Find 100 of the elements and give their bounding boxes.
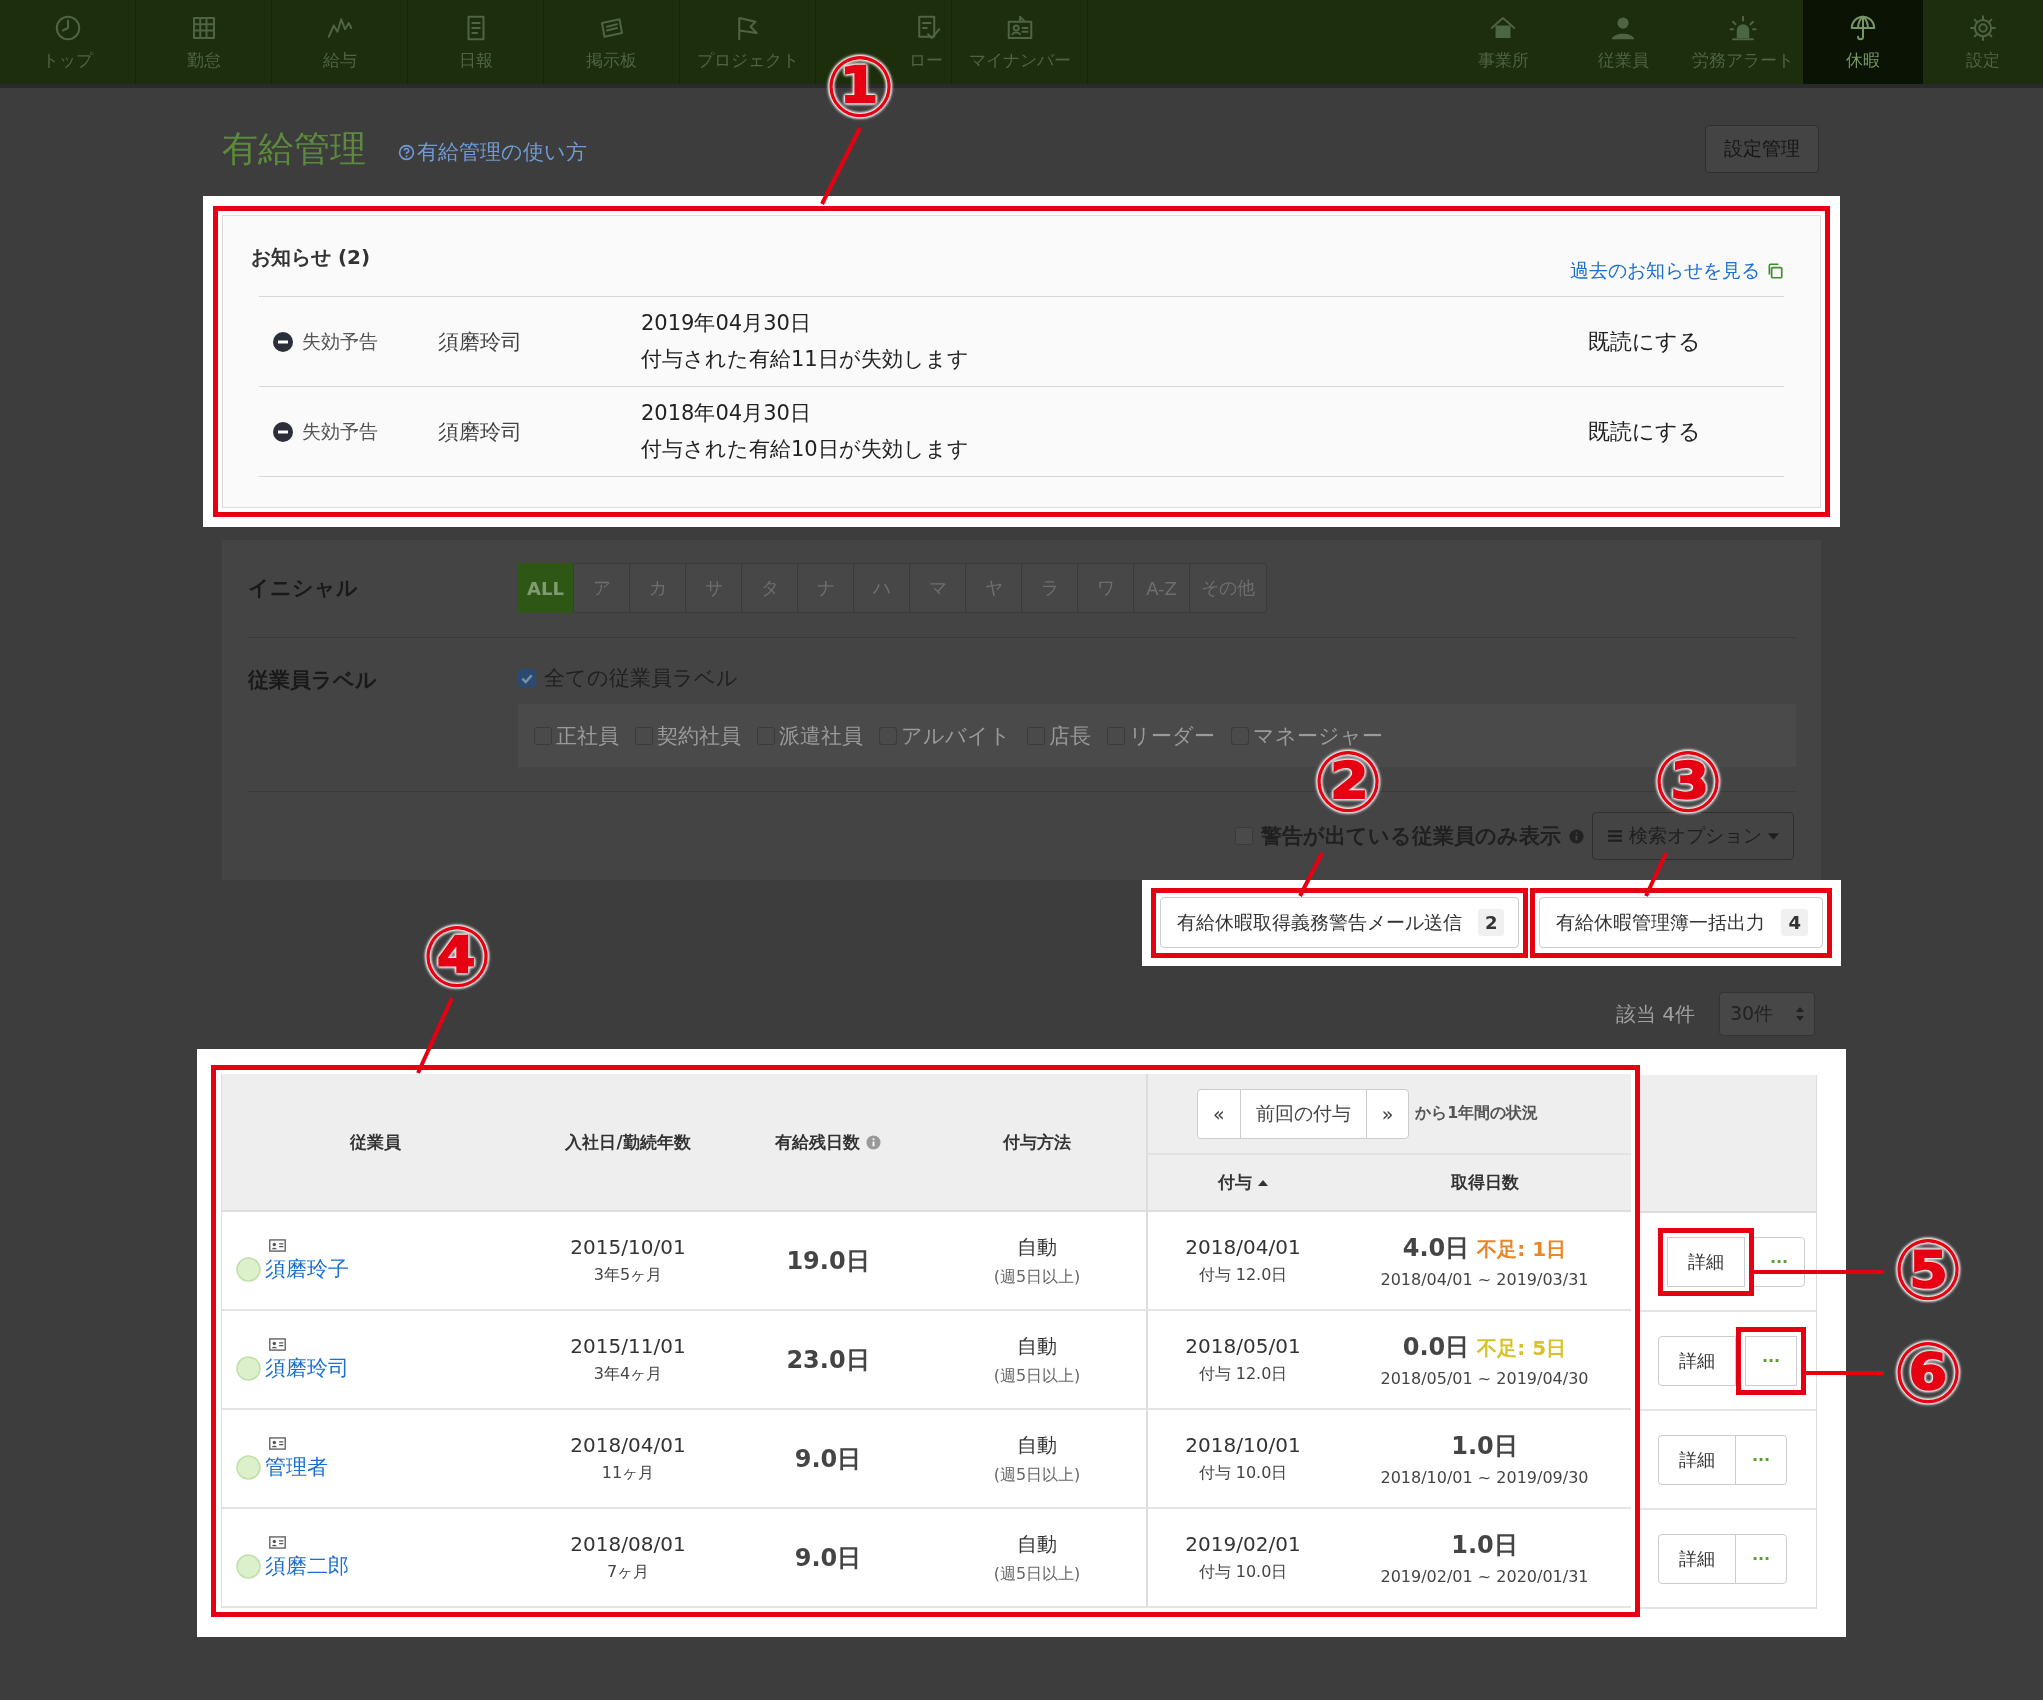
days-taken: 0.0日 bbox=[1402, 1332, 1470, 1363]
menu-icon bbox=[1607, 829, 1623, 843]
column-header: 入社日/勤続年数 bbox=[565, 1130, 691, 1154]
info-icon bbox=[866, 1134, 881, 1150]
checkbox-label: リーダー bbox=[1129, 722, 1215, 750]
mark-read-link[interactable]: 既読にする bbox=[1588, 326, 1784, 357]
remaining-days: 9.0日 bbox=[794, 1541, 862, 1574]
employee-name: 須磨玲司 bbox=[438, 328, 523, 356]
employee-name: 須磨玲司 bbox=[438, 418, 523, 446]
detail-button[interactable]: 詳細 bbox=[1658, 1533, 1736, 1584]
avatar-icon bbox=[236, 1554, 261, 1579]
method-note: (週5日以上) bbox=[993, 1365, 1081, 1387]
grant-period: 2018/05/01 ~ 2019/04/30 bbox=[1380, 1369, 1589, 1388]
notice-type: 失効予告 bbox=[302, 418, 378, 444]
action-button[interactable]: 有給休暇取得義務警告メール送信 2 bbox=[1159, 897, 1520, 948]
more-button[interactable]: ··· bbox=[1735, 1533, 1787, 1584]
tenure: 11ヶ月 bbox=[601, 1463, 655, 1484]
shortage-warning: 不足: 5日 bbox=[1477, 1335, 1567, 1362]
checkbox[interactable] bbox=[518, 669, 536, 687]
notice-date: 2018年04月30日 bbox=[641, 399, 812, 427]
detail-button[interactable]: 詳細 bbox=[1658, 1335, 1736, 1386]
hire-date: 2015/10/01 bbox=[570, 1235, 686, 1259]
notice-message: 付与された有給11日が失効します bbox=[641, 345, 970, 373]
grant-amount: 付与 10.0日 bbox=[1198, 1463, 1288, 1484]
employee-link[interactable]: 管理者 bbox=[265, 1452, 328, 1481]
grant-period: 2018/10/01 ~ 2019/09/30 bbox=[1380, 1468, 1589, 1487]
notice-type: 失効予告 bbox=[302, 328, 378, 354]
nav-item[interactable]: 休暇 bbox=[1803, 0, 1923, 84]
avatar-icon bbox=[236, 1257, 261, 1282]
hire-date: 2015/11/01 bbox=[570, 1334, 686, 1358]
grant-amount: 付与 10.0日 bbox=[1198, 1562, 1288, 1583]
remaining-days: 23.0日 bbox=[786, 1343, 870, 1376]
method-note: (週5日以上) bbox=[993, 1266, 1081, 1288]
shortage-warning: 不足: 1日 bbox=[1477, 1236, 1567, 1263]
checkbox-label: 正社員 bbox=[556, 722, 619, 750]
remaining-days: 19.0日 bbox=[786, 1244, 870, 1277]
callout-number: ④ bbox=[421, 915, 493, 999]
notice-date: 2019年04月30日 bbox=[641, 309, 812, 337]
checkbox-label: 派遣社員 bbox=[779, 722, 863, 750]
remaining-days: 9.0日 bbox=[794, 1442, 862, 1475]
period-caption: から1年間の状況 bbox=[1415, 1103, 1539, 1124]
more-button[interactable]: ··· bbox=[1735, 1434, 1787, 1485]
profile-card-icon bbox=[269, 1535, 286, 1549]
grant-date: 2018/10/01 bbox=[1185, 1433, 1301, 1457]
column-header: 従業員 bbox=[349, 1130, 401, 1154]
avatar-icon bbox=[236, 1356, 261, 1381]
grant-period-button[interactable]: 前回の付与 bbox=[1239, 1088, 1367, 1139]
minus-circle-icon bbox=[273, 421, 293, 442]
grant-method: 自動 bbox=[1017, 1233, 1057, 1261]
column-header: 付与 bbox=[1218, 1171, 1252, 1194]
column-header: 取得日数 bbox=[1450, 1171, 1519, 1194]
notice-title: お知らせ (2) bbox=[251, 244, 371, 271]
grant-amount: 付与 12.0日 bbox=[1198, 1265, 1288, 1286]
previous-button[interactable]: « bbox=[1197, 1088, 1241, 1139]
help-link[interactable]: 有給管理の使い方 bbox=[398, 138, 587, 166]
profile-card-icon bbox=[269, 1238, 286, 1252]
days-taken: 4.0日 bbox=[1402, 1233, 1470, 1264]
grant-amount: 付与 12.0日 bbox=[1198, 1364, 1288, 1385]
tenure: 3年5ヶ月 bbox=[593, 1265, 663, 1286]
tenure: 3年4ヶ月 bbox=[593, 1364, 663, 1385]
notice-message: 付与された有給10日が失効します bbox=[641, 435, 970, 463]
initial-button[interactable]: ALL bbox=[517, 563, 574, 613]
grant-method: 自動 bbox=[1017, 1431, 1057, 1459]
grant-period: 2019/02/01 ~ 2020/01/31 bbox=[1380, 1567, 1589, 1586]
past-notices-link[interactable]: 過去のお知らせを見る bbox=[1570, 258, 1784, 284]
employee-link[interactable]: 須磨玲司 bbox=[265, 1353, 349, 1382]
next-button[interactable]: » bbox=[1365, 1088, 1410, 1139]
grant-date: 2018/04/01 bbox=[1185, 1235, 1301, 1259]
more-button[interactable]: ··· bbox=[1736, 1326, 1806, 1395]
minus-circle-icon bbox=[273, 331, 293, 352]
checkbox-label: 店長 bbox=[1049, 722, 1091, 750]
hire-date: 2018/08/01 bbox=[570, 1532, 686, 1556]
method-note: (週5日以上) bbox=[993, 1563, 1081, 1585]
column-header: 有給残日数 bbox=[775, 1130, 860, 1154]
grant-date: 2018/05/01 bbox=[1185, 1334, 1301, 1358]
checkbox-label: 契約社員 bbox=[657, 722, 741, 750]
grant-date: 2019/02/01 bbox=[1185, 1532, 1301, 1556]
grant-method: 自動 bbox=[1017, 1332, 1057, 1360]
page-title: 有給管理 bbox=[222, 126, 366, 171]
days-taken: 1.0日 bbox=[1451, 1530, 1518, 1561]
column-header: 付与方法 bbox=[1003, 1130, 1071, 1154]
tenure: 7ヶ月 bbox=[606, 1562, 650, 1583]
updown-icon bbox=[1796, 1007, 1804, 1021]
grant-method: 自動 bbox=[1017, 1530, 1057, 1558]
detail-button[interactable]: 詳細 bbox=[1658, 1227, 1754, 1296]
copy-icon bbox=[1766, 262, 1784, 280]
profile-card-icon bbox=[269, 1337, 286, 1351]
employee-link[interactable]: 須磨玲子 bbox=[265, 1254, 349, 1283]
mark-read-link[interactable]: 既読にする bbox=[1588, 416, 1784, 447]
callout-number: ⑥ bbox=[1892, 1331, 1964, 1415]
profile-card-icon bbox=[269, 1436, 286, 1450]
method-note: (週5日以上) bbox=[993, 1464, 1081, 1486]
count-badge: 2 bbox=[1477, 909, 1505, 936]
days-taken: 1.0日 bbox=[1451, 1431, 1518, 1462]
caret-icon bbox=[1768, 832, 1779, 840]
result-count: 該当 4件 bbox=[1615, 1000, 1695, 1028]
action-button[interactable]: 有給休暇管理簿一括出力 4 bbox=[1539, 897, 1823, 948]
grant-period: 2018/04/01 ~ 2019/03/31 bbox=[1380, 1270, 1589, 1289]
employee-link[interactable]: 須磨二郎 bbox=[265, 1551, 349, 1580]
detail-button[interactable]: 詳細 bbox=[1658, 1434, 1736, 1485]
